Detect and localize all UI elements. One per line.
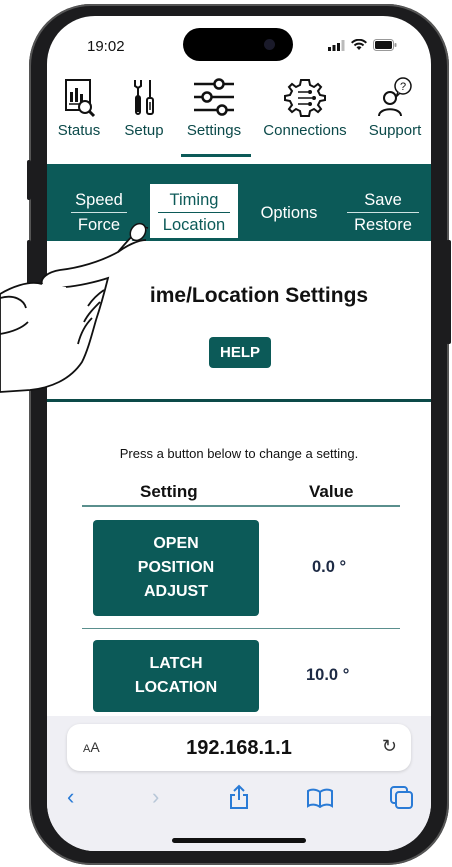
status-bar: 19:02 [47,16,431,66]
table-header-line [82,505,400,507]
nav-status[interactable]: Status [53,76,105,139]
nav-label: Status [57,122,101,139]
subtab-top-label: Timing [169,191,219,209]
url-text: 192.168.1.1 [186,737,292,759]
pointing-hand-icon [0,222,149,393]
nav-connections[interactable]: Connections [257,76,353,139]
share-icon[interactable] [228,784,250,810]
subtab-timing-location[interactable]: Timing Location [150,184,238,238]
signal-icon [328,39,345,51]
instructions-text: Press a button below to change a setting… [119,446,359,461]
address-bar[interactable]: AAAA 192.168.1.1 ↻ [67,724,411,771]
gear-circuit-icon [284,79,326,117]
home-indicator [172,838,306,843]
chart-magnifier-icon [65,79,96,118]
nav-label: Setup [124,122,164,139]
subtab-options[interactable]: Options [251,202,327,224]
tools-icon [134,80,154,115]
phone-screen: 19:02 Status Setup Settings Connections … [47,16,431,851]
subtab-bottom-label: Restore [354,216,412,234]
reload-icon[interactable]: ↻ [382,736,397,757]
status-icons [328,39,397,51]
help-button[interactable]: HELP [209,337,271,368]
dynamic-island [183,28,293,61]
phone-power-button [446,240,451,344]
latch-location-button[interactable]: LATCH LOCATION [93,640,259,712]
subtab-top-label: Save [364,191,402,209]
person-question-icon: ? [378,77,412,117]
open-position-adjust-button[interactable]: OPEN POSITION ADJUST [93,520,259,616]
open-position-value: 0.0 ° [312,558,347,576]
column-header-value: Value [309,482,354,501]
nav-active-indicator [181,154,251,157]
status-time: 19:02 [87,38,125,55]
column-header-setting: Setting [140,482,198,501]
subtab-bottom-label: Location [162,216,226,234]
subtab-save-restore[interactable]: Save Restore [347,189,419,236]
bookmarks-icon[interactable] [306,788,334,808]
nav-setup[interactable]: Setup [119,76,169,139]
nav-settings[interactable]: Settings [181,76,247,139]
svg-text:?: ? [400,81,406,93]
subtab-top-label: Speed [75,191,123,209]
nav-label: Support [368,122,422,139]
back-icon[interactable]: ‹ [67,784,74,810]
tabs-icon[interactable] [390,786,414,810]
row-divider [82,628,400,629]
phone-side-button [27,160,31,200]
forward-icon: › [152,784,160,809]
nav-support[interactable]: ? Support [363,76,427,139]
nav-label: Settings [186,122,242,139]
battery-icon [373,39,397,51]
nav-label: Connections [263,122,347,139]
latch-location-value: 10.0 ° [306,666,350,684]
subtab-label: Options [260,204,318,222]
wifi-icon [351,39,367,50]
sliders-icon [194,78,234,116]
main-nav: Status Setup Settings Connections ? Supp… [47,76,431,166]
